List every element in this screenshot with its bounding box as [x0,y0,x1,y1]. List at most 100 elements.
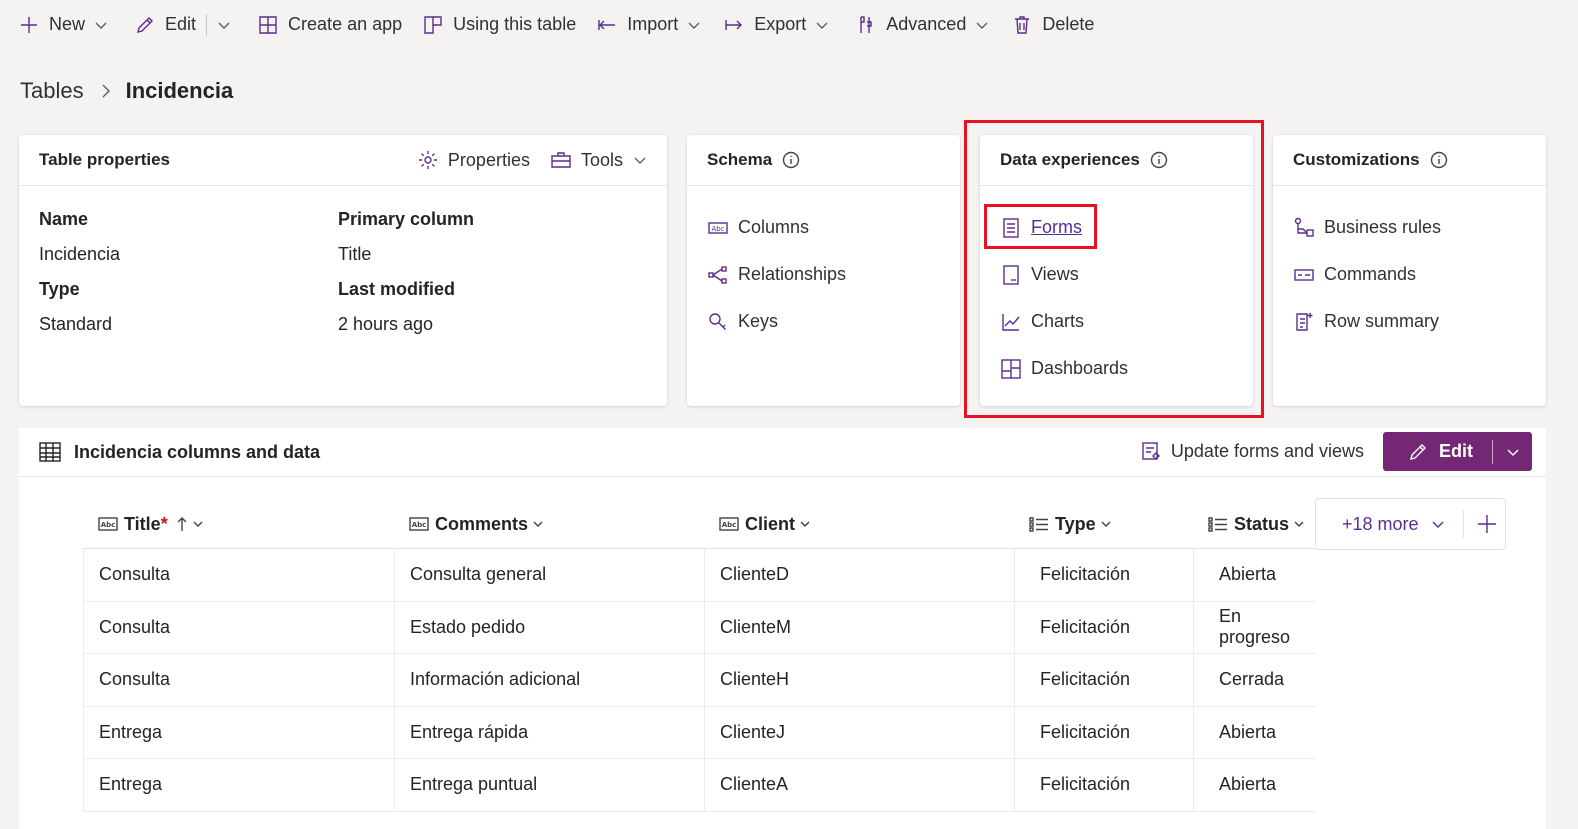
info-icon[interactable] [1430,151,1448,169]
svg-text:Abc: Abc [101,521,116,529]
cell-title[interactable]: Consulta [83,549,394,601]
gear-icon [418,151,437,169]
add-column-icon[interactable] [1476,513,1498,535]
cell-client[interactable]: ClienteA [704,759,1014,811]
properties-button[interactable]: Properties [417,149,530,171]
cell-title[interactable]: Entrega [83,759,394,811]
table-row[interactable]: Entrega Entrega rápida ClienteJ Felicita… [83,706,1315,759]
cell-client[interactable]: ClienteM [704,601,1014,653]
edit-dropdown[interactable] [217,5,235,45]
schema-relationships-link[interactable]: Relationships [687,251,960,298]
row-summary-link[interactable]: Row summary [1273,298,1546,345]
import-button[interactable]: Import [596,5,701,45]
primary-column-value: Title [338,244,372,264]
command-bar: New Edit Create an app Using this table … [0,0,1578,49]
name-value: Incidencia [39,244,121,264]
columns-and-data-section: Incidencia columns and data Update forms… [19,428,1546,829]
chevron-down-icon [533,521,543,527]
schema-header: Schema [687,135,960,186]
breadcrumb-tables-link[interactable]: Tables [20,78,84,104]
cell-status[interactable]: En progreso [1193,601,1315,653]
cell-comments[interactable]: Estado pedido [394,601,704,653]
cell-status[interactable]: Abierta [1193,549,1315,601]
advanced-label: Advanced [886,14,967,34]
chevron-down-icon [218,22,230,29]
column-header-comments[interactable]: Abc Comments [409,498,544,550]
cell-client[interactable]: ClienteJ [704,706,1014,758]
text-column-icon: Abc [98,517,118,531]
link-label: Keys [738,311,779,331]
cell-type[interactable]: Felicitación [1014,759,1193,811]
schema-keys-link[interactable]: Keys [687,298,960,345]
commands-link[interactable]: Commands [1273,251,1546,298]
edit-button[interactable]: Edit [134,5,196,45]
cell-status[interactable]: Cerrada [1193,654,1315,706]
export-button[interactable]: Export [723,5,829,45]
sort-ascending-icon [177,517,187,531]
cell-title[interactable]: Entrega [83,706,394,758]
edit-label: Edit [1439,441,1473,461]
link-label: Commands [1324,264,1417,284]
import-label: Import [627,14,679,34]
chevron-right-icon [102,84,110,98]
command-icon [1294,268,1314,281]
chevron-down-icon [634,157,646,164]
type-label: Type [39,279,80,299]
table-row[interactable]: Entrega Entrega puntual ClienteA Felicit… [83,759,1315,812]
cell-client[interactable]: ClienteH [704,654,1014,706]
update-forms-views-button[interactable]: Update forms and views [1140,440,1364,462]
plus-icon [21,16,37,33]
new-button[interactable]: New [18,5,108,45]
divider [206,13,208,36]
app-icon [259,15,277,34]
column-header-status[interactable]: Status [1208,498,1305,550]
delete-button[interactable]: Delete [1011,5,1094,45]
cell-status[interactable]: Abierta [1193,759,1315,811]
link-label: Row summary [1324,311,1440,331]
customizations-card: Customizations Business rules Commands R… [1273,135,1546,406]
cell-comments[interactable]: Información adicional [394,654,704,706]
link-label: Columns [738,217,810,237]
cell-title[interactable]: Consulta [83,654,394,706]
data-experiences-highlight [964,120,1264,418]
column-header-title[interactable]: Abc Title * [98,498,204,550]
tools-button[interactable]: Tools [550,149,647,171]
chevron-down-icon [688,22,700,29]
chevron-down-icon[interactable] [1431,517,1445,531]
cell-type[interactable]: Felicitación [1014,706,1193,758]
cell-comments[interactable]: Entrega puntual [394,759,704,811]
export-icon [725,19,743,30]
data-rows: Consulta Consulta general ClienteD Felic… [83,548,1315,812]
tools-label: Tools [580,149,623,170]
flow-icon [1294,217,1314,237]
cell-type[interactable]: Felicitación [1014,549,1193,601]
column-header-type[interactable]: Type [1029,498,1112,550]
last-modified-label: Last modified [338,279,456,299]
edit-dropdown[interactable] [1493,432,1532,471]
cell-type[interactable]: Felicitación [1014,654,1193,706]
table-row[interactable]: Consulta Estado pedido ClienteM Felicita… [83,601,1315,654]
advanced-button[interactable]: Advanced [855,5,989,45]
info-icon[interactable] [782,151,800,169]
table-row[interactable]: Consulta Información adicional ClienteH … [83,654,1315,707]
cell-status[interactable]: Abierta [1193,706,1315,758]
column-header-client[interactable]: Abc Client [719,498,811,550]
cell-client[interactable]: ClienteD [704,549,1014,601]
more-columns-button[interactable]: +18 more [1342,514,1419,535]
business-rules-link[interactable]: Business rules [1273,204,1546,251]
divider [1462,510,1464,538]
cell-type[interactable]: Felicitación [1014,601,1193,653]
cell-comments[interactable]: Consulta general [394,549,704,601]
cell-title[interactable]: Consulta [83,601,394,653]
table-row[interactable]: Consulta Consulta general ClienteD Felic… [83,549,1315,602]
link-label: Business rules [1324,217,1442,237]
choice-column-icon [1029,517,1048,532]
edit-data-button[interactable]: Edit [1383,432,1532,471]
key-icon [709,312,726,330]
breadcrumb: Tables Incidencia [20,78,233,104]
create-app-button[interactable]: Create an app [257,5,402,45]
chevron-down-icon [1101,521,1111,527]
using-table-button[interactable]: Using this table [422,5,576,45]
schema-columns-link[interactable]: Abc Columns [687,204,960,251]
cell-comments[interactable]: Entrega rápida [394,706,704,758]
